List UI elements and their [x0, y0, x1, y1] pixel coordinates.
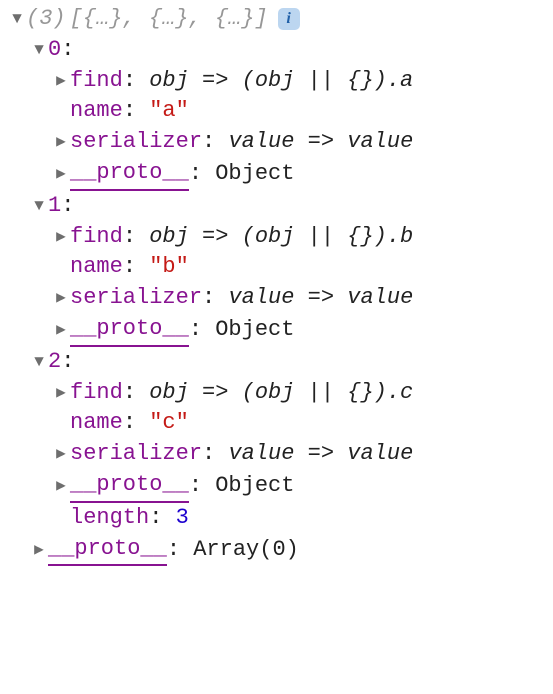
- array-index: 0: [48, 35, 61, 66]
- property-value: Array(0): [193, 535, 299, 566]
- property-value: value => value: [228, 127, 413, 158]
- property-key: find: [70, 66, 123, 97]
- property-key: name: [70, 252, 123, 283]
- property-value: value => value: [228, 439, 413, 470]
- property-value: "c": [149, 408, 189, 439]
- property-key: __proto__: [70, 314, 189, 347]
- expand-toggle-icon[interactable]: ▶: [52, 163, 70, 185]
- array-index: 1: [48, 191, 61, 222]
- property-row-proto[interactable]: ▶ __proto__: Array(0): [8, 534, 545, 567]
- property-row-proto[interactable]: ▶ __proto__: Object: [8, 314, 545, 347]
- property-key: name: [70, 408, 123, 439]
- property-row-length[interactable]: length: 3: [8, 503, 545, 534]
- property-value: Object: [215, 315, 294, 346]
- array-count: (3): [26, 4, 66, 35]
- expand-toggle-icon[interactable]: ▶: [52, 382, 70, 404]
- array-index: 2: [48, 347, 61, 378]
- property-row-find[interactable]: ▶ find: obj => (obj || {}).c: [8, 378, 545, 409]
- expand-toggle-icon[interactable]: ▶: [52, 131, 70, 153]
- property-key: find: [70, 222, 123, 253]
- expand-toggle-icon[interactable]: ▼: [8, 8, 26, 30]
- property-row-name[interactable]: name: "c": [8, 408, 545, 439]
- property-value: "b": [149, 252, 189, 283]
- property-value: 3: [176, 503, 189, 534]
- property-row-serializer[interactable]: ▶ serializer: value => value: [8, 127, 545, 158]
- property-row-proto[interactable]: ▶ __proto__: Object: [8, 470, 545, 503]
- array-index-row[interactable]: ▼ 1:: [8, 191, 545, 222]
- property-key: serializer: [70, 439, 202, 470]
- property-value: Object: [215, 471, 294, 502]
- expand-toggle-icon[interactable]: ▼: [30, 39, 48, 61]
- property-key: length: [70, 503, 149, 534]
- property-row-proto[interactable]: ▶ __proto__: Object: [8, 158, 545, 191]
- property-value: "a": [149, 96, 189, 127]
- property-value: value => value: [228, 283, 413, 314]
- info-icon[interactable]: i: [278, 8, 300, 30]
- colon: :: [61, 35, 74, 66]
- property-key: name: [70, 96, 123, 127]
- property-row-serializer[interactable]: ▶ serializer: value => value: [8, 439, 545, 470]
- expand-toggle-icon[interactable]: ▶: [52, 443, 70, 465]
- array-index-row[interactable]: ▼ 0:: [8, 35, 545, 66]
- array-preview: [{…}, {…}, {…}]: [70, 4, 268, 35]
- property-value: obj => (obj || {}).a: [149, 66, 413, 97]
- property-row-name[interactable]: name: "b": [8, 252, 545, 283]
- property-value: obj => (obj || {}).b: [149, 222, 413, 253]
- property-key: __proto__: [70, 158, 189, 191]
- property-key: __proto__: [48, 534, 167, 567]
- expand-toggle-icon[interactable]: ▶: [52, 226, 70, 248]
- array-index-row[interactable]: ▼ 2:: [8, 347, 545, 378]
- property-value: Object: [215, 159, 294, 190]
- property-row-name[interactable]: name: "a": [8, 96, 545, 127]
- property-key: serializer: [70, 127, 202, 158]
- expand-toggle-icon[interactable]: ▶: [52, 70, 70, 92]
- property-value: obj => (obj || {}).c: [149, 378, 413, 409]
- property-key: serializer: [70, 283, 202, 314]
- array-summary-row[interactable]: ▼ (3) [{…}, {…}, {…}] i: [8, 4, 545, 35]
- property-row-find[interactable]: ▶ find: obj => (obj || {}).a: [8, 66, 545, 97]
- expand-toggle-icon[interactable]: ▶: [52, 319, 70, 341]
- expand-toggle-icon[interactable]: ▶: [52, 475, 70, 497]
- expand-toggle-icon[interactable]: ▶: [52, 287, 70, 309]
- property-key: find: [70, 378, 123, 409]
- expand-toggle-icon[interactable]: ▶: [30, 539, 48, 561]
- expand-toggle-icon[interactable]: ▼: [30, 351, 48, 373]
- property-key: __proto__: [70, 470, 189, 503]
- property-row-find[interactable]: ▶ find: obj => (obj || {}).b: [8, 222, 545, 253]
- expand-toggle-icon[interactable]: ▼: [30, 195, 48, 217]
- property-row-serializer[interactable]: ▶ serializer: value => value: [8, 283, 545, 314]
